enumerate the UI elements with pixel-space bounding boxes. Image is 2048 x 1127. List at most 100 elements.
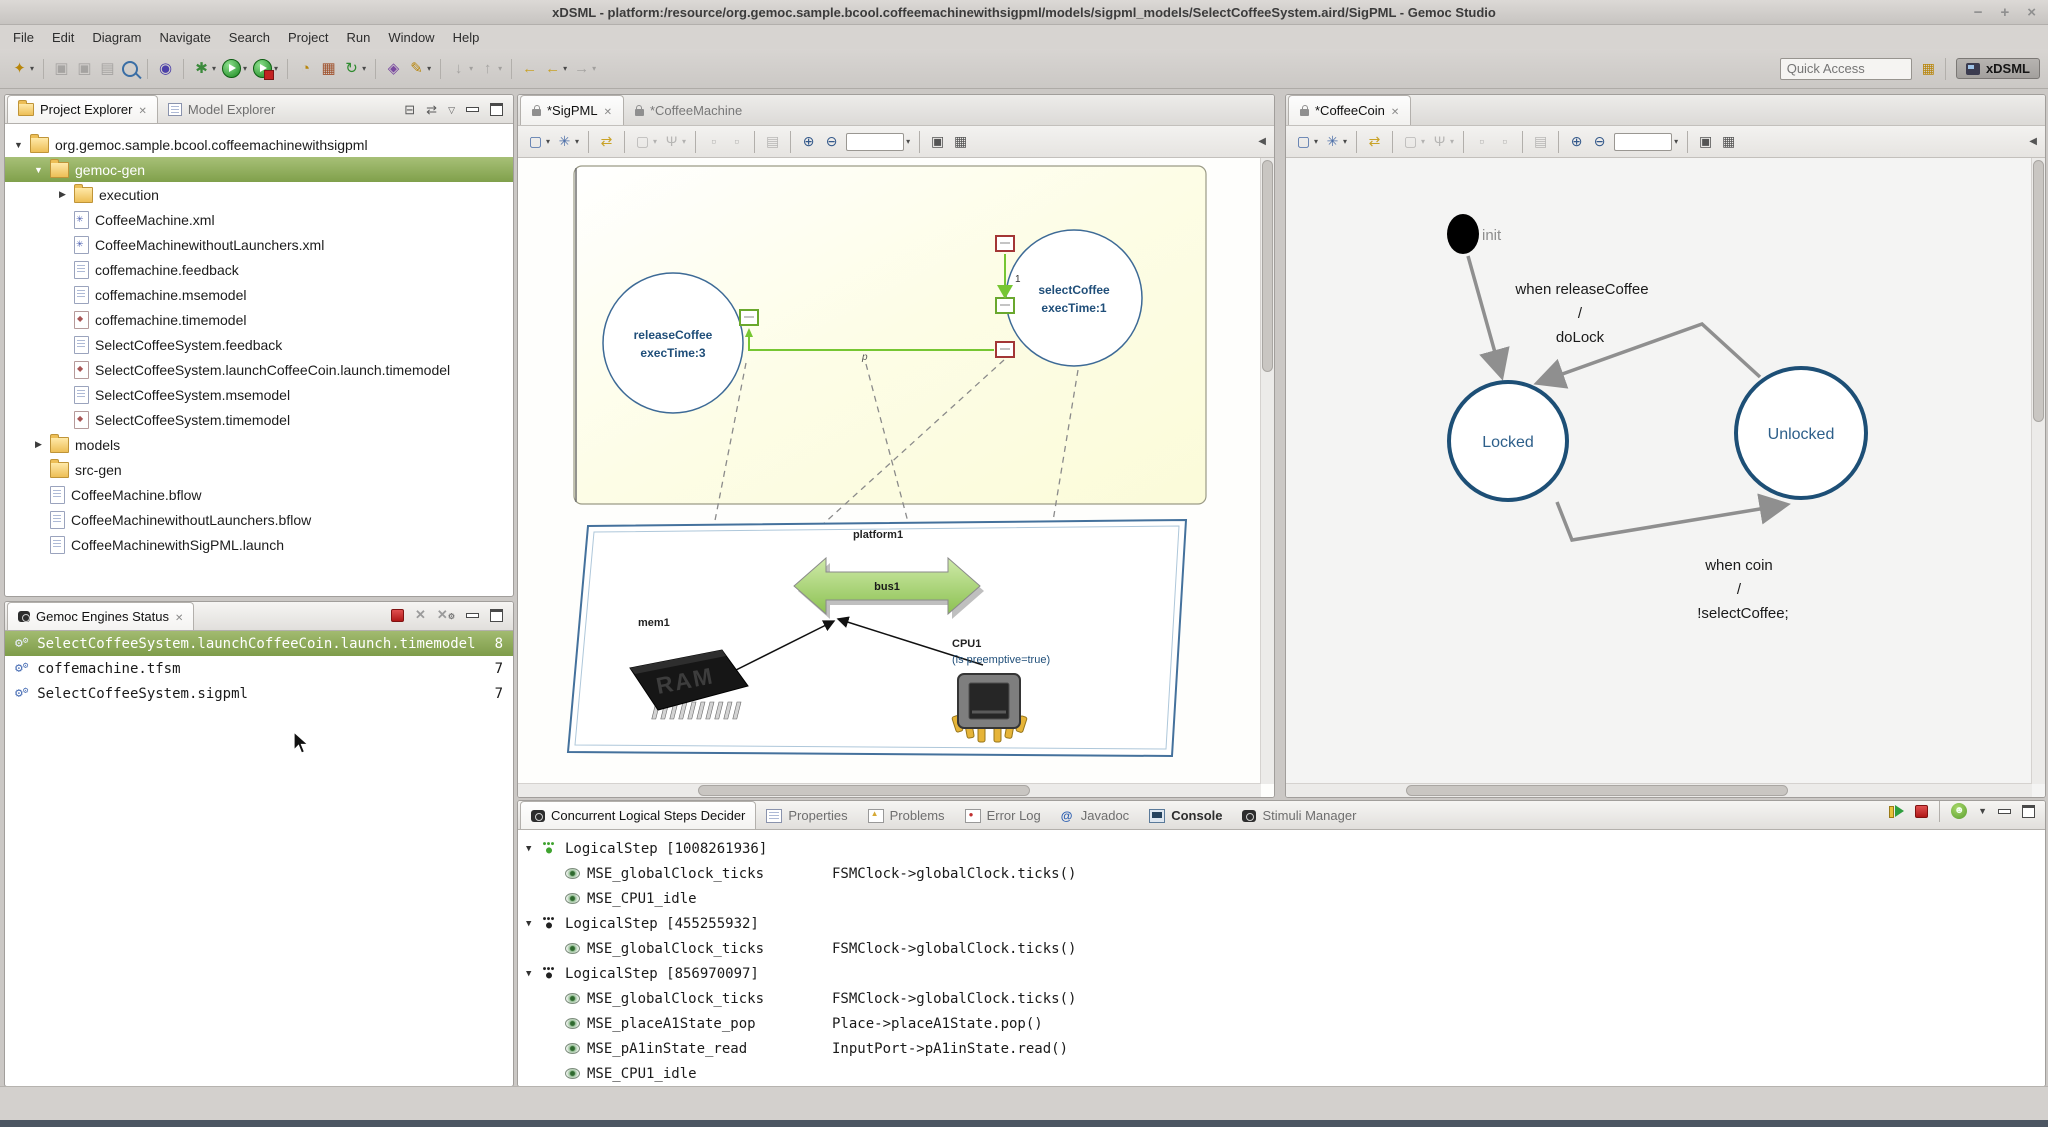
toolbar-icon[interactable] xyxy=(375,59,376,79)
diagram-toolbar-icon[interactable]: ⇄ xyxy=(1364,131,1385,153)
step-row[interactable]: MSE_CPU1_idle xyxy=(518,886,2045,911)
diagram-toolbar-icon[interactable] xyxy=(754,131,755,153)
maximize-view-icon[interactable] xyxy=(490,103,503,116)
toolbar-icon[interactable]: ← xyxy=(519,57,540,81)
engine-row[interactable]: coffemachine.tfsm 7 xyxy=(5,656,513,681)
menu-item[interactable]: Run xyxy=(337,27,379,48)
tab-model-explorer[interactable]: Model Explorer xyxy=(158,96,285,123)
close-tab-icon[interactable] xyxy=(175,609,183,624)
diagram-toolbar-icon[interactable]: ✳ xyxy=(554,131,581,153)
perspective-button-xdsml[interactable]: xDSML xyxy=(1956,58,2040,79)
toolbar-icon[interactable]: ▦ xyxy=(318,57,339,81)
toolbar-icon[interactable] xyxy=(287,59,288,79)
diagram-toolbar-icon[interactable]: ▢ xyxy=(1400,131,1427,153)
step-row[interactable]: LogicalStep [1008261936] xyxy=(518,836,2045,861)
scrollbar-thumb[interactable] xyxy=(698,785,1030,796)
diagram-toolbar-icon[interactable]: ▦ xyxy=(1718,131,1739,153)
step-row[interactable]: MSE_pA1inState_read InputPort->pA1inStat… xyxy=(518,1036,2045,1061)
transition-locked-unlocked[interactable] xyxy=(1557,502,1784,540)
dispose-engine-icon[interactable]: ✕ xyxy=(415,607,426,623)
view-tab[interactable]: Javadoc xyxy=(1051,802,1139,829)
diagram-toolbar-icon[interactable]: ▣ xyxy=(1695,131,1716,153)
diagram-toolbar-icon[interactable] xyxy=(1558,131,1559,153)
tree-item[interactable]: SelectCoffeeSystem.feedback xyxy=(5,332,513,357)
minimize-view-icon[interactable] xyxy=(466,613,479,618)
toolbar-icon[interactable] xyxy=(511,59,512,79)
minimize-view-icon[interactable] xyxy=(1998,809,2011,814)
actor-selectcoffee[interactable]: selectCoffee execTime:1 xyxy=(1006,230,1142,366)
toolbar-icon[interactable]: ✦ xyxy=(9,57,36,81)
sigpml-canvas[interactable]: releaseCoffee execTime:3 selectCoffee ex… xyxy=(518,158,1274,797)
tree-item[interactable]: CoffeeMachine.xml xyxy=(5,207,513,232)
editor-tab[interactable]: *CoffeeCoin xyxy=(1288,95,1411,125)
diagram-toolbar-icon[interactable] xyxy=(1522,131,1523,153)
step-row[interactable]: MSE_globalClock_ticks FSMClock->globalCl… xyxy=(518,936,2045,961)
actor-releasecoffee[interactable]: releaseCoffee execTime:3 xyxy=(603,273,743,413)
menu-item[interactable]: Navigate xyxy=(150,27,219,48)
diagram-toolbar-icon[interactable]: ⊖ xyxy=(821,131,842,153)
diagram-toolbar-icon[interactable]: ⇄ xyxy=(596,131,617,153)
horizontal-scrollbar[interactable] xyxy=(518,783,1261,797)
tree-item[interactable]: src-gen xyxy=(5,457,513,482)
initial-state[interactable]: init xyxy=(1447,214,1502,254)
tree-item[interactable]: coffemachine.msemodel xyxy=(5,282,513,307)
toolbar-icon[interactable]: ◈ xyxy=(383,57,404,81)
toolbar-icon[interactable]: ← xyxy=(542,57,569,81)
close-window-icon[interactable]: × xyxy=(2027,4,2036,21)
scrollbar-thumb[interactable] xyxy=(2033,160,2044,422)
toolbar-icon[interactable]: ▤ xyxy=(97,57,118,81)
diagram-toolbar-icon[interactable]: ▢ xyxy=(632,131,659,153)
toolbar-icon[interactable]: ↑ xyxy=(477,57,504,81)
menu-item[interactable]: Help xyxy=(444,27,489,48)
toolbar-icon[interactable]: ▣ xyxy=(51,57,72,81)
dispose-all-engines-icon[interactable]: ✕⚙ xyxy=(437,607,455,623)
diagram-toolbar-icon[interactable] xyxy=(790,131,791,153)
platform[interactable]: platform1 bus1 mem1 xyxy=(568,520,1186,756)
expander-icon[interactable] xyxy=(526,919,536,929)
toolbar-icon[interactable] xyxy=(220,57,249,81)
collapse-palette-icon[interactable]: ◀ xyxy=(2029,136,2039,147)
toolbar-icon[interactable]: ✎ xyxy=(406,57,433,81)
tree-item[interactable]: SelectCoffeeSystem.timemodel xyxy=(5,407,513,432)
toolbar-icon[interactable]: → xyxy=(571,57,598,81)
diagram-toolbar-icon[interactable] xyxy=(919,131,920,153)
tree-item[interactable]: org.gemoc.sample.bcool.coffeemachinewith… xyxy=(5,132,513,157)
toolbar-icon[interactable]: ◔ xyxy=(295,57,316,81)
tree-item[interactable]: coffemachine.feedback xyxy=(5,257,513,282)
diagram-toolbar-icon[interactable]: ▢ xyxy=(525,131,552,153)
diagram-toolbar-icon[interactable] xyxy=(1463,131,1464,153)
diagram-toolbar-icon[interactable]: ⊕ xyxy=(1566,131,1587,153)
expand-arrow-icon[interactable] xyxy=(13,140,24,150)
transition-init-locked[interactable] xyxy=(1468,256,1501,374)
diagram-toolbar-icon[interactable]: ✳ xyxy=(1322,131,1349,153)
open-perspective-icon[interactable]: ▦ xyxy=(1922,60,1935,77)
tree-item[interactable]: models xyxy=(5,432,513,457)
diagram-toolbar-icon[interactable]: ▤ xyxy=(762,131,783,153)
expander-icon[interactable] xyxy=(526,844,536,854)
step-row[interactable]: LogicalStep [455255932] xyxy=(518,911,2045,936)
diagram-toolbar-icon[interactable]: ⊕ xyxy=(798,131,819,153)
toolbar-icon[interactable] xyxy=(251,57,280,81)
collapse-palette-icon[interactable]: ◀ xyxy=(1258,136,1268,147)
maximize-view-icon[interactable] xyxy=(2022,805,2035,818)
diagram-toolbar-icon[interactable] xyxy=(1356,131,1357,153)
step-row[interactable]: LogicalStep [856970097] xyxy=(518,961,2045,986)
resume-step-icon[interactable] xyxy=(1889,805,1904,817)
view-menu-icon[interactable]: ▽ xyxy=(448,104,455,116)
toolbar-icon[interactable]: ↓ xyxy=(448,57,475,81)
diagram-toolbar-icon[interactable] xyxy=(588,131,589,153)
view-tab[interactable]: Stimuli Manager xyxy=(1232,802,1366,829)
diagram-toolbar-icon[interactable] xyxy=(1392,131,1393,153)
coffeecoin-canvas[interactable]: init when releaseCoffee / doLock Loc xyxy=(1286,158,2045,797)
step-row[interactable]: MSE_placeA1State_pop Place->placeA1State… xyxy=(518,1011,2045,1036)
diagram-toolbar-icon[interactable]: ▢ xyxy=(1293,131,1320,153)
diagram-toolbar-icon[interactable]: ▤ xyxy=(1530,131,1551,153)
toolbar-icon[interactable] xyxy=(120,57,140,81)
close-tab-icon[interactable] xyxy=(138,102,146,117)
diagram-toolbar-icon[interactable] xyxy=(1687,131,1688,153)
tree-item[interactable]: gemoc-gen xyxy=(5,157,513,182)
quick-access-input[interactable] xyxy=(1780,58,1912,80)
decider-menu-caret-icon[interactable]: ▼ xyxy=(1978,806,1987,816)
diagram-toolbar-icon[interactable]: ▦ xyxy=(950,131,971,153)
tree-item[interactable]: SelectCoffeeSystem.launchCoffeeCoin.laun… xyxy=(5,357,513,382)
